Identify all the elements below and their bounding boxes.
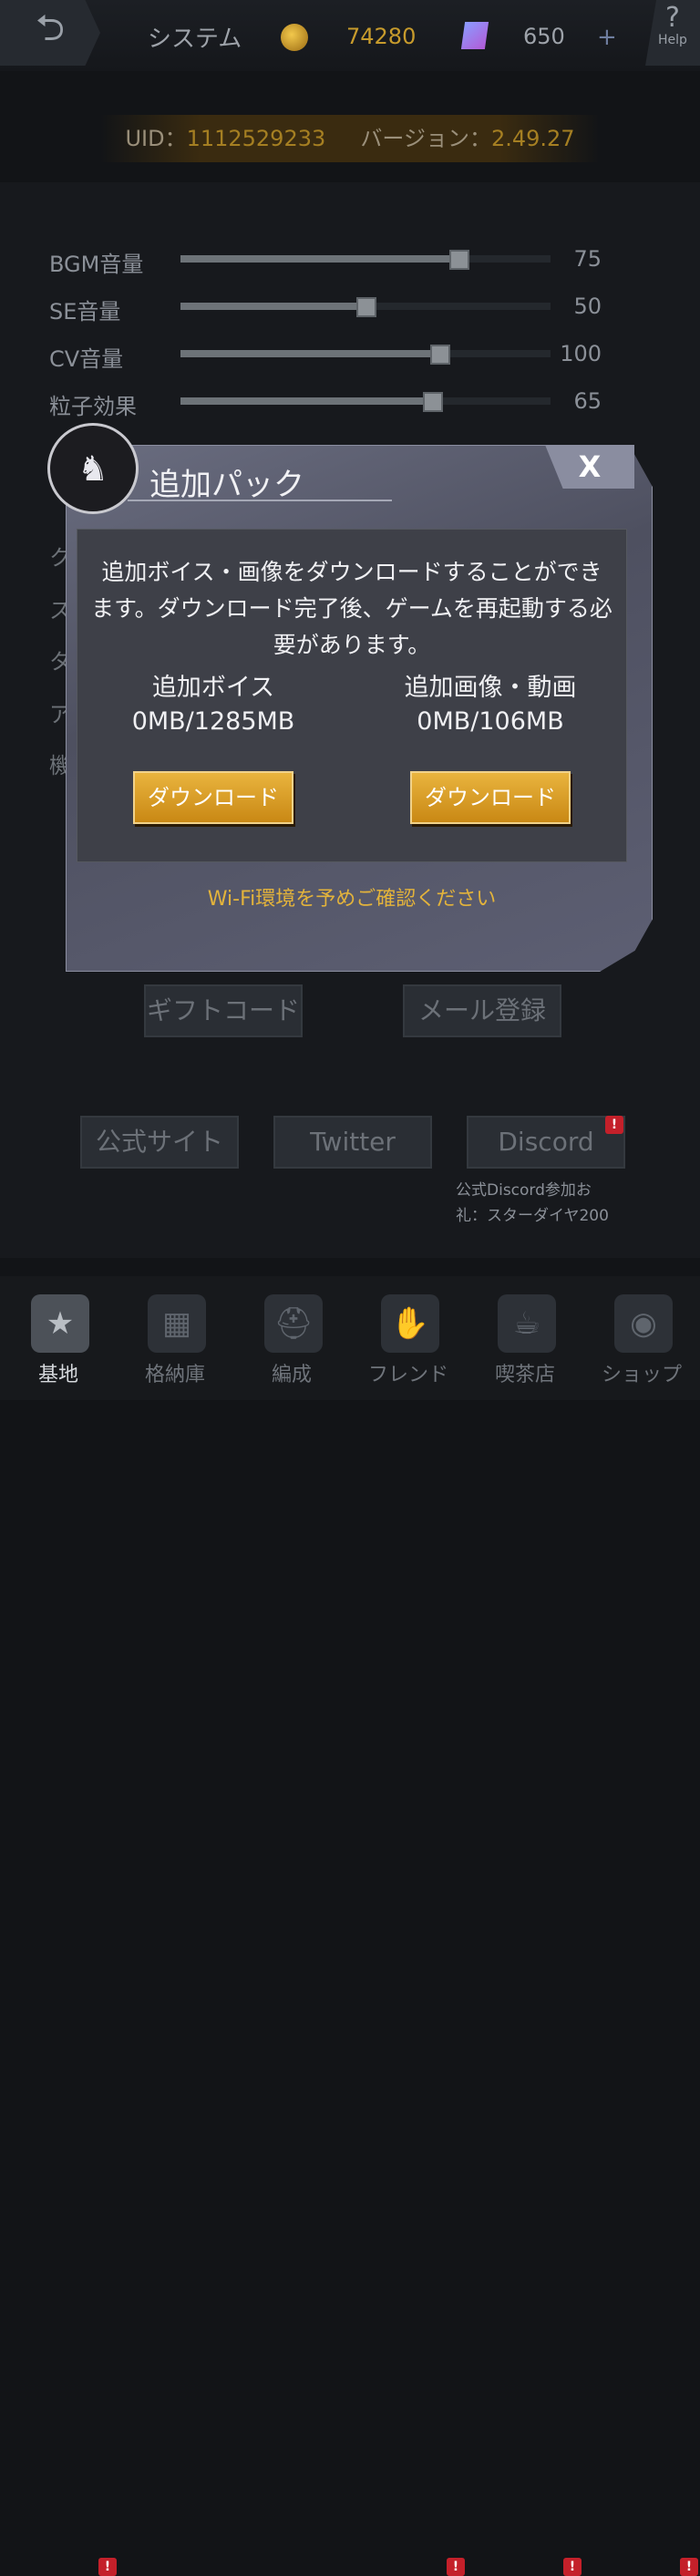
back-arrow-icon: ⮌ [35,7,66,49]
setting-label: CV音量 [49,346,124,372]
setting-se: SE音量 50 [49,288,633,325]
star-shield-icon: ★ [31,1294,89,1353]
uid-label: UID： [125,126,187,151]
particle-slider[interactable] [180,392,551,412]
nav-shop-badge: ! [680,2558,698,2576]
gift-code-button[interactable]: ギフトコード [144,984,303,1037]
nav-shop[interactable]: ◉ ショップ [583,1276,700,1400]
setting-label: SE音量 [49,299,121,325]
setting-label: 粒子効果 [49,394,137,419]
nav-label: ショップ [601,1364,682,1386]
add-gems-button[interactable]: + [597,24,617,51]
emblem-icon: ♞ [47,423,139,514]
nav-cafe[interactable]: ☕ 喫茶店 [467,1276,583,1400]
setting-bgm: BGM音量 75 [49,241,633,277]
version-label: バージョン： [360,126,491,151]
setting-cv: CV音量 100 [49,335,633,372]
setting-label: BGM音量 [49,252,144,277]
title-underline [128,500,392,501]
top-bar: ⮌ システム 74280 650 + ? Help [0,0,700,71]
nav-base[interactable]: ★ 基地 [0,1276,117,1400]
version-value: 2.49.27 [490,126,575,151]
download-image-button[interactable]: ダウンロード [410,771,571,824]
helmet-icon: ⛑ [264,1294,323,1353]
discord-note-line1: 公式Discord参加お [456,1181,592,1200]
setting-value: 65 [573,388,602,414]
download-voice-button[interactable]: ダウンロード [133,771,293,824]
mail-register-button[interactable]: メール登録 [403,984,561,1037]
dialog-title: 追加パック [149,467,304,503]
setting-particle: 粒子効果 65 [49,383,633,419]
discord-note-line2: 礼：スターダイヤ200 [456,1207,609,1225]
twitter-button[interactable]: Twitter [273,1116,432,1169]
slider-thumb[interactable] [430,345,451,365]
voice-pack-title: 追加ボイス [151,674,275,702]
voice-pack-size: 0MB/1285MB [131,707,295,736]
slider-thumb[interactable] [356,297,376,317]
uid-version-bar: UID：1112529233 バージョン：2.49.27 [100,115,600,162]
help-icon: ? [665,2,680,34]
cafe-icon: ☕ [498,1294,556,1353]
slider-thumb[interactable] [448,250,469,270]
nav-label: 編成 [271,1364,312,1386]
nav-formation[interactable]: ⛑ 編成 [233,1276,350,1400]
discord-reward-note: 公式Discord参加お 礼：スターダイヤ200 [456,1178,609,1229]
wifi-notice: Wi-Fi環境を予めご確認ください [207,888,497,911]
nav-hangar[interactable]: ▦ 格納庫 [117,1276,233,1400]
uid-value: 1112529233 [186,126,326,151]
slider-thumb[interactable] [423,392,444,412]
gem-count: 650 [523,24,565,49]
shop-icon: ◉ [614,1294,673,1353]
nav-label: フレンド [367,1364,448,1386]
nav-label: 喫茶店 [494,1364,555,1386]
official-site-button[interactable]: 公式サイト [80,1116,239,1169]
nav-cafe-badge: ! [563,2558,582,2576]
back-button[interactable]: ⮌ [0,0,100,66]
setting-value: 75 [573,246,602,272]
nav-label: 格納庫 [144,1364,205,1386]
hangar-icon: ▦ [148,1294,206,1353]
help-label: Help [658,33,687,47]
help-button[interactable]: ? Help [645,0,700,66]
gem-icon [460,22,489,49]
nav-friend-badge: ! [447,2558,465,2576]
nav-base-badge: ! [98,2558,117,2576]
setting-value: 100 [560,341,602,366]
setting-value: 50 [573,294,602,319]
nav-label: 基地 [37,1364,78,1386]
bgm-slider[interactable] [180,250,551,270]
nav-friend[interactable]: ✋ フレンド [350,1276,467,1400]
screen-title: システム [148,26,242,53]
discord-button[interactable]: Discord [467,1116,625,1169]
image-pack-size: 0MB/106MB [417,707,564,736]
coin-icon [281,24,308,51]
bottom-nav: ★ 基地 ! ▦ 格納庫 ⛑ 編成 ✋ フレンド ! ☕ 喫茶店 ! ◉ ショッ… [0,1276,700,2576]
handshake-icon: ✋ [381,1294,439,1353]
discord-alert-badge: ! [605,1116,623,1134]
dialog-description: 追加ボイス・画像をダウンロードすることができます。ダウンロード完了後、ゲームを再… [91,559,612,658]
image-pack-title: 追加画像・動画 [404,674,577,702]
coin-count: 74280 [346,24,417,49]
se-slider[interactable] [180,297,551,317]
cv-slider[interactable] [180,345,551,365]
